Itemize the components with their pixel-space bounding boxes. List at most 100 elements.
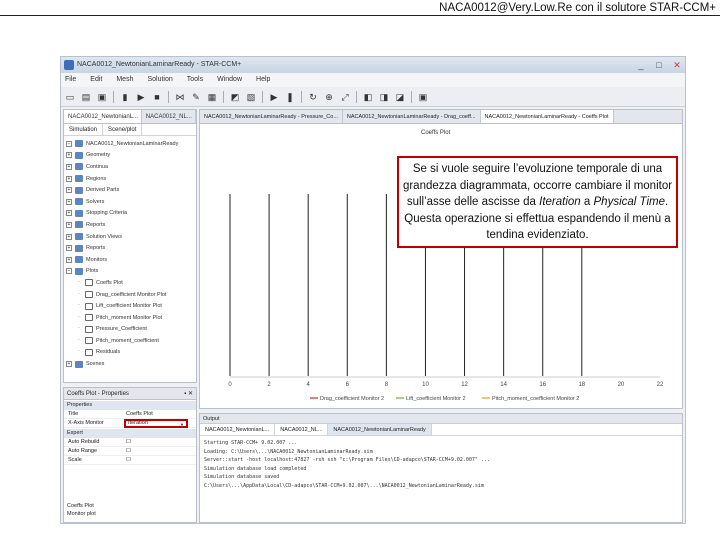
expand-toggle-icon[interactable]: · <box>76 291 82 298</box>
tree-item[interactable]: + Reports <box>66 219 196 231</box>
maximize-button[interactable]: □ <box>653 59 665 71</box>
scene-icon[interactable]: ◩ <box>230 92 240 102</box>
menu-mesh[interactable]: Mesh <box>116 73 133 87</box>
tree-item[interactable]: · Pressure_Coefficient <box>66 324 196 336</box>
menu-file[interactable]: File <box>65 73 76 87</box>
grid-icon[interactable]: ▦ <box>207 92 217 102</box>
prop-checkbox[interactable]: ☐ <box>122 456 196 464</box>
new-icon[interactable]: ▭ <box>65 92 75 102</box>
plot-icon <box>85 302 93 310</box>
close-button[interactable]: ✕ <box>671 59 683 71</box>
tree-item[interactable]: + Monitors <box>66 254 196 266</box>
tree-item[interactable]: − Plots <box>66 266 196 278</box>
mesh-icon[interactable]: ⋈ <box>175 92 185 102</box>
expand-toggle-icon[interactable]: · <box>76 349 82 355</box>
output-tab-1[interactable]: NACA0012_NewtonianL... <box>200 424 276 435</box>
tree-item-label: Reports <box>86 221 106 228</box>
open-icon[interactable]: ▤ <box>81 92 91 102</box>
tree-item[interactable]: · Residuals <box>66 347 196 359</box>
folder-icon <box>75 198 83 206</box>
tree-item[interactable]: · Drag_coefficient Monitor Plot <box>66 289 196 301</box>
fit-icon[interactable]: ⤢ <box>340 92 350 102</box>
expand-toggle-icon[interactable]: · <box>76 314 82 321</box>
description-text: Monitor plot <box>67 511 96 517</box>
expand-toggle-icon[interactable]: + <box>66 233 72 240</box>
expand-toggle-icon[interactable]: + <box>66 256 72 263</box>
menu-help[interactable]: Help <box>256 73 270 87</box>
view-icon[interactable]: ◧ <box>363 92 373 102</box>
chevron-down-icon[interactable]: ▼ <box>180 422 184 427</box>
expand-toggle-icon[interactable]: + <box>66 198 72 205</box>
section-properties[interactable]: Properties <box>64 401 196 410</box>
step-icon[interactable]: ▮ <box>120 92 130 102</box>
rotate-icon[interactable]: ↻ <box>308 92 318 102</box>
expand-toggle-icon[interactable]: + <box>66 175 72 182</box>
callout-text-2: a <box>580 196 594 208</box>
save-view-icon[interactable]: ▣ <box>418 92 428 102</box>
panel-controls-icon[interactable]: ▪ ✕ <box>184 388 193 400</box>
prop-checkbox[interactable]: ☐ <box>122 447 196 455</box>
output-tab-active[interactable]: NACA0012_NewtonianLaminarReady <box>328 424 432 435</box>
tab-simulation-2[interactable]: NACA0012_NL... <box>142 110 196 123</box>
output-line: Loading: C:\Users\...\NACA0012_Newtonian… <box>204 448 373 455</box>
expand-toggle-icon[interactable]: + <box>66 187 72 194</box>
tree-item[interactable]: · Pitch_moment_coefficient <box>66 335 196 347</box>
menu-solution[interactable]: Solution <box>147 73 172 87</box>
doc-tab-drag[interactable]: NACA0012_NewtonianLaminarReady - Drag_co… <box>343 110 481 123</box>
tree-item[interactable]: + Geometry <box>66 150 196 162</box>
view2-icon[interactable]: ◨ <box>379 92 389 102</box>
tab-simulation-1[interactable]: NACA0012_NewtonianL... <box>64 110 142 123</box>
x-axis-monitor-dropdown[interactable]: Iteration ▼ <box>124 419 188 428</box>
expand-toggle-icon[interactable]: · <box>76 279 82 286</box>
prop-checkbox[interactable]: ☐ <box>122 438 196 446</box>
menu-edit[interactable]: Edit <box>90 73 102 87</box>
save-icon[interactable]: ▣ <box>97 92 107 102</box>
tree-item[interactable]: + Solvers <box>66 196 196 208</box>
minimize-button[interactable]: _ <box>635 59 647 71</box>
tree-item[interactable]: + Regions <box>66 173 196 185</box>
expand-toggle-icon[interactable]: + <box>66 210 72 217</box>
output-line: Simulation database saved <box>204 474 280 481</box>
zoom-icon[interactable]: ⊕ <box>324 92 334 102</box>
tree-item[interactable]: − NACA0012_NewtonianLaminarReady <box>66 138 196 150</box>
expand-toggle-icon[interactable]: + <box>66 163 72 170</box>
section-expert[interactable]: Expert <box>64 429 196 438</box>
doc-tab-pressure[interactable]: NACA0012_NewtonianLaminarReady - Pressur… <box>200 110 343 123</box>
menu-window[interactable]: Window <box>217 73 242 87</box>
pause-icon[interactable]: ❚ <box>285 92 295 102</box>
tree-item[interactable]: + Scenes <box>66 358 196 370</box>
expand-toggle-icon[interactable]: · <box>76 303 82 309</box>
tree-item[interactable]: + Derived Parts <box>66 184 196 196</box>
tree-item[interactable]: + Continua <box>66 161 196 173</box>
view3-icon[interactable]: ◪ <box>395 92 405 102</box>
expand-toggle-icon[interactable]: + <box>66 221 72 228</box>
tree-item[interactable]: + Reports <box>66 242 196 254</box>
tree-item[interactable]: + Solution Views <box>66 231 196 243</box>
output-tab-2[interactable]: NACA0012_NL... <box>275 424 329 435</box>
folder-icon <box>75 256 83 264</box>
stop-icon[interactable]: ■ <box>152 92 162 102</box>
subtab-scene-plot[interactable]: Scene/plot <box>103 124 143 135</box>
expand-toggle-icon[interactable]: · <box>76 326 82 332</box>
plot-icon[interactable]: ▧ <box>246 92 256 102</box>
tree-item[interactable]: · Pitch_moment Monitor Plot <box>66 312 196 324</box>
tree-item[interactable]: · Lift_coefficient Monitor Plot <box>66 300 196 312</box>
expand-toggle-icon[interactable]: − <box>66 268 72 275</box>
play-icon[interactable]: ▶ <box>269 92 279 102</box>
expand-toggle-icon[interactable]: · <box>76 337 82 344</box>
prop-value-title[interactable]: Coeffs Plot <box>122 410 196 418</box>
expand-toggle-icon[interactable]: + <box>66 361 72 368</box>
run-icon[interactable]: ▶ <box>136 92 146 102</box>
expand-toggle-icon[interactable]: − <box>66 140 72 147</box>
expand-toggle-icon[interactable]: + <box>66 152 72 159</box>
tool-icon[interactable]: ✎ <box>191 92 201 102</box>
prop-key: Auto Rebuild <box>68 439 100 445</box>
output-log: Starting STAR-CCM+ 9.02.007 ... Loading: … <box>200 436 682 494</box>
folder-icon <box>75 140 83 148</box>
tree-item[interactable]: · Coeffs Plot <box>66 277 196 289</box>
expand-toggle-icon[interactable]: + <box>66 245 72 252</box>
subtab-simulation[interactable]: Simulation <box>64 124 104 135</box>
doc-tab-coeffs-plot[interactable]: NACA0012_NewtonianLaminarReady - Coeffs … <box>480 110 614 123</box>
menu-tools[interactable]: Tools <box>187 73 203 87</box>
tree-item[interactable]: + Stopping Criteria <box>66 208 196 220</box>
